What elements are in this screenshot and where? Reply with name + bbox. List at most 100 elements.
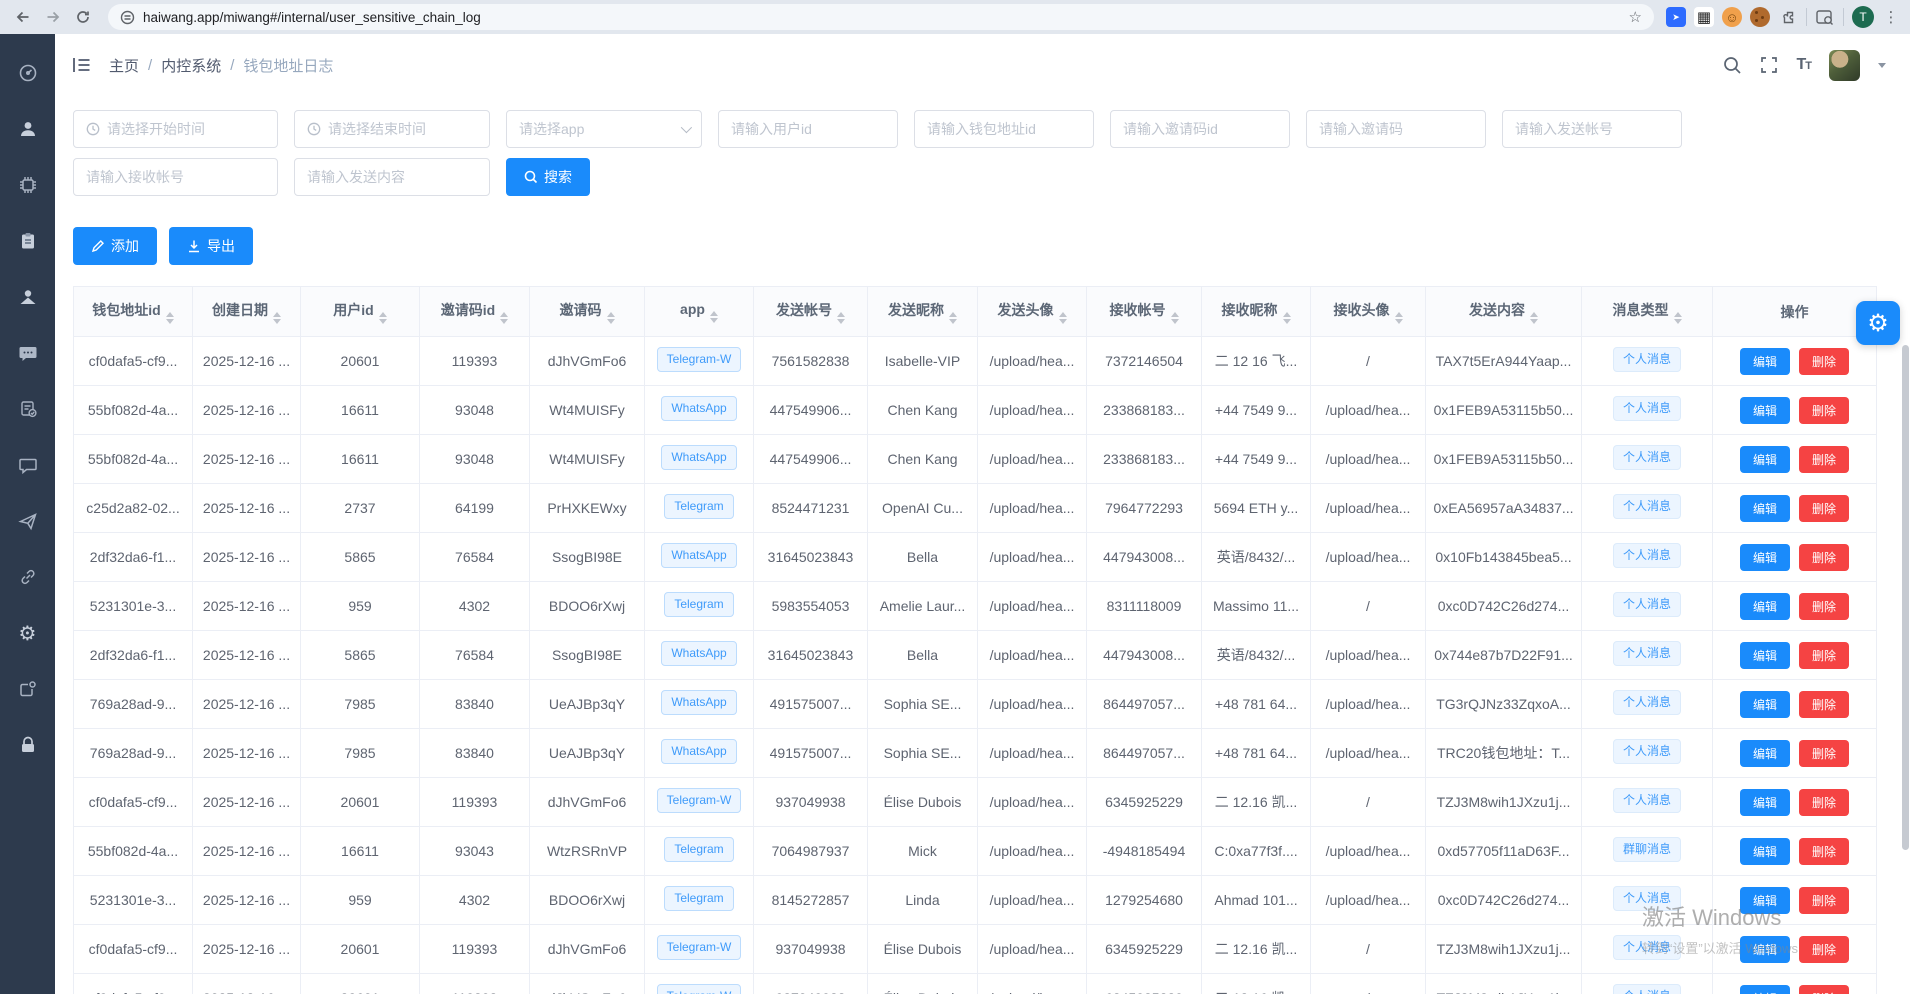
sidebar-lock-icon[interactable] — [16, 733, 40, 757]
delete-button[interactable]: 删除 — [1799, 789, 1849, 816]
delete-button[interactable]: 删除 — [1799, 495, 1849, 522]
edit-button[interactable]: 编辑 — [1740, 887, 1790, 914]
sidebar-send-icon[interactable] — [16, 509, 40, 533]
address-bar[interactable]: haiwang.app/miwang#/internal/user_sensit… — [108, 4, 1654, 30]
column-header[interactable]: 用户id — [301, 287, 420, 337]
column-header[interactable]: 钱包地址id — [74, 287, 193, 337]
column-header[interactable]: 接收帐号 — [1087, 287, 1202, 337]
search-button[interactable]: 搜索 — [506, 158, 590, 196]
add-button[interactable]: 添加 — [73, 227, 157, 265]
invite-code-id-input[interactable] — [1123, 121, 1277, 137]
column-header[interactable]: 邀请码 — [530, 287, 645, 337]
column-header[interactable]: 发送头像 — [978, 287, 1087, 337]
edit-button[interactable]: 编辑 — [1740, 740, 1790, 767]
delete-button[interactable]: 删除 — [1799, 397, 1849, 424]
sort-carets-icon[interactable] — [166, 312, 174, 324]
forward-icon[interactable] — [40, 4, 66, 30]
extension-cookie-icon[interactable] — [1750, 7, 1770, 27]
sidebar-user-check-icon[interactable] — [16, 285, 40, 309]
sort-carets-icon[interactable] — [379, 312, 387, 324]
reload-icon[interactable] — [70, 4, 96, 30]
edit-button[interactable]: 编辑 — [1740, 789, 1790, 816]
column-header[interactable]: 发送内容 — [1426, 287, 1582, 337]
column-header[interactable]: 消息类型 — [1582, 287, 1713, 337]
browser-menu-icon[interactable]: ⋮ — [1882, 8, 1900, 26]
page-scrollbar[interactable] — [1900, 34, 1910, 994]
edit-button[interactable]: 编辑 — [1740, 838, 1790, 865]
column-header[interactable]: 接收头像 — [1311, 287, 1426, 337]
delete-button[interactable]: 删除 — [1799, 691, 1849, 718]
sort-carets-icon[interactable] — [1395, 312, 1403, 324]
font-size-icon[interactable]: TT — [1796, 56, 1811, 74]
column-header[interactable]: 发送帐号 — [754, 287, 868, 337]
side-panel-search-icon[interactable] — [1815, 7, 1835, 27]
edit-button[interactable]: 编辑 — [1740, 348, 1790, 375]
sort-carets-icon[interactable] — [1171, 312, 1179, 324]
delete-button[interactable]: 删除 — [1799, 642, 1849, 669]
sidebar-message-dots-icon[interactable] — [16, 341, 40, 365]
edit-button[interactable]: 编辑 — [1740, 691, 1790, 718]
sidebar-gear-icon[interactable]: ⚙ — [16, 621, 40, 645]
delete-button[interactable]: 删除 — [1799, 348, 1849, 375]
start-time-picker[interactable] — [73, 110, 278, 148]
sidebar-chat-icon[interactable] — [16, 453, 40, 477]
sort-carets-icon[interactable] — [500, 312, 508, 324]
column-header[interactable]: 接收昵称 — [1202, 287, 1311, 337]
site-controls-icon[interactable] — [120, 10, 135, 25]
end-time-input[interactable] — [328, 121, 477, 137]
sidebar-link-icon[interactable] — [16, 565, 40, 589]
column-header[interactable]: 发送昵称 — [868, 287, 978, 337]
delete-button[interactable]: 删除 — [1799, 887, 1849, 914]
delete-button[interactable]: 删除 — [1799, 446, 1849, 473]
delete-button[interactable]: 删除 — [1799, 544, 1849, 571]
fullscreen-icon[interactable] — [1760, 56, 1778, 74]
sidebar-chip-icon[interactable] — [16, 173, 40, 197]
wallet-id-input[interactable] — [927, 121, 1081, 137]
sort-carets-icon[interactable] — [273, 312, 281, 324]
delete-button[interactable]: 删除 — [1799, 985, 1849, 994]
user-menu-caret-icon[interactable] — [1878, 63, 1886, 68]
sort-carets-icon[interactable] — [607, 312, 615, 324]
delete-button[interactable]: 删除 — [1799, 838, 1849, 865]
sidebar-dashboard-icon[interactable] — [16, 61, 40, 85]
extensions-puzzle-icon[interactable] — [1778, 7, 1798, 27]
sort-carets-icon[interactable] — [1283, 312, 1291, 324]
invite-code-input[interactable] — [1319, 121, 1473, 137]
sidebar-external-icon[interactable] — [16, 677, 40, 701]
extension-emoji-icon[interactable]: ☺ — [1722, 7, 1742, 27]
send-account-input[interactable] — [1515, 121, 1669, 137]
extension-telegram-icon[interactable]: ➤ — [1666, 7, 1686, 27]
delete-button[interactable]: 删除 — [1799, 593, 1849, 620]
edit-button[interactable]: 编辑 — [1740, 593, 1790, 620]
breadcrumb-internal-system[interactable]: 内控系统 — [161, 55, 221, 76]
start-time-input[interactable] — [107, 121, 265, 137]
user-avatar[interactable] — [1829, 50, 1860, 81]
edit-button[interactable]: 编辑 — [1740, 642, 1790, 669]
edit-button[interactable]: 编辑 — [1740, 985, 1790, 994]
browser-profile-avatar[interactable]: T — [1852, 6, 1874, 28]
app-select[interactable]: 请选择app — [506, 110, 702, 148]
sort-carets-icon[interactable] — [949, 312, 957, 324]
edit-button[interactable]: 编辑 — [1740, 446, 1790, 473]
edit-button[interactable]: 编辑 — [1740, 397, 1790, 424]
user-id-input[interactable] — [731, 121, 885, 137]
extension-qr-icon[interactable]: ▦ — [1694, 7, 1714, 27]
edit-button[interactable]: 编辑 — [1740, 936, 1790, 963]
send-content-input[interactable] — [307, 169, 477, 185]
delete-button[interactable]: 删除 — [1799, 740, 1849, 767]
column-header[interactable]: 邀请码id — [420, 287, 530, 337]
breadcrumb-home[interactable]: 主页 — [109, 55, 139, 76]
sidebar-user-icon[interactable] — [16, 117, 40, 141]
collapse-sidebar-icon[interactable] — [69, 52, 95, 78]
edit-button[interactable]: 编辑 — [1740, 495, 1790, 522]
column-header[interactable]: 创建日期 — [193, 287, 301, 337]
sort-carets-icon[interactable] — [837, 312, 845, 324]
end-time-picker[interactable] — [294, 110, 490, 148]
sort-carets-icon[interactable] — [710, 311, 718, 323]
export-button[interactable]: 导出 — [169, 227, 253, 265]
sidebar-file-check-icon[interactable] — [16, 397, 40, 421]
receive-account-input[interactable] — [86, 169, 265, 185]
settings-fab[interactable]: ⚙ — [1856, 301, 1900, 345]
edit-button[interactable]: 编辑 — [1740, 544, 1790, 571]
header-search-icon[interactable] — [1723, 56, 1742, 75]
